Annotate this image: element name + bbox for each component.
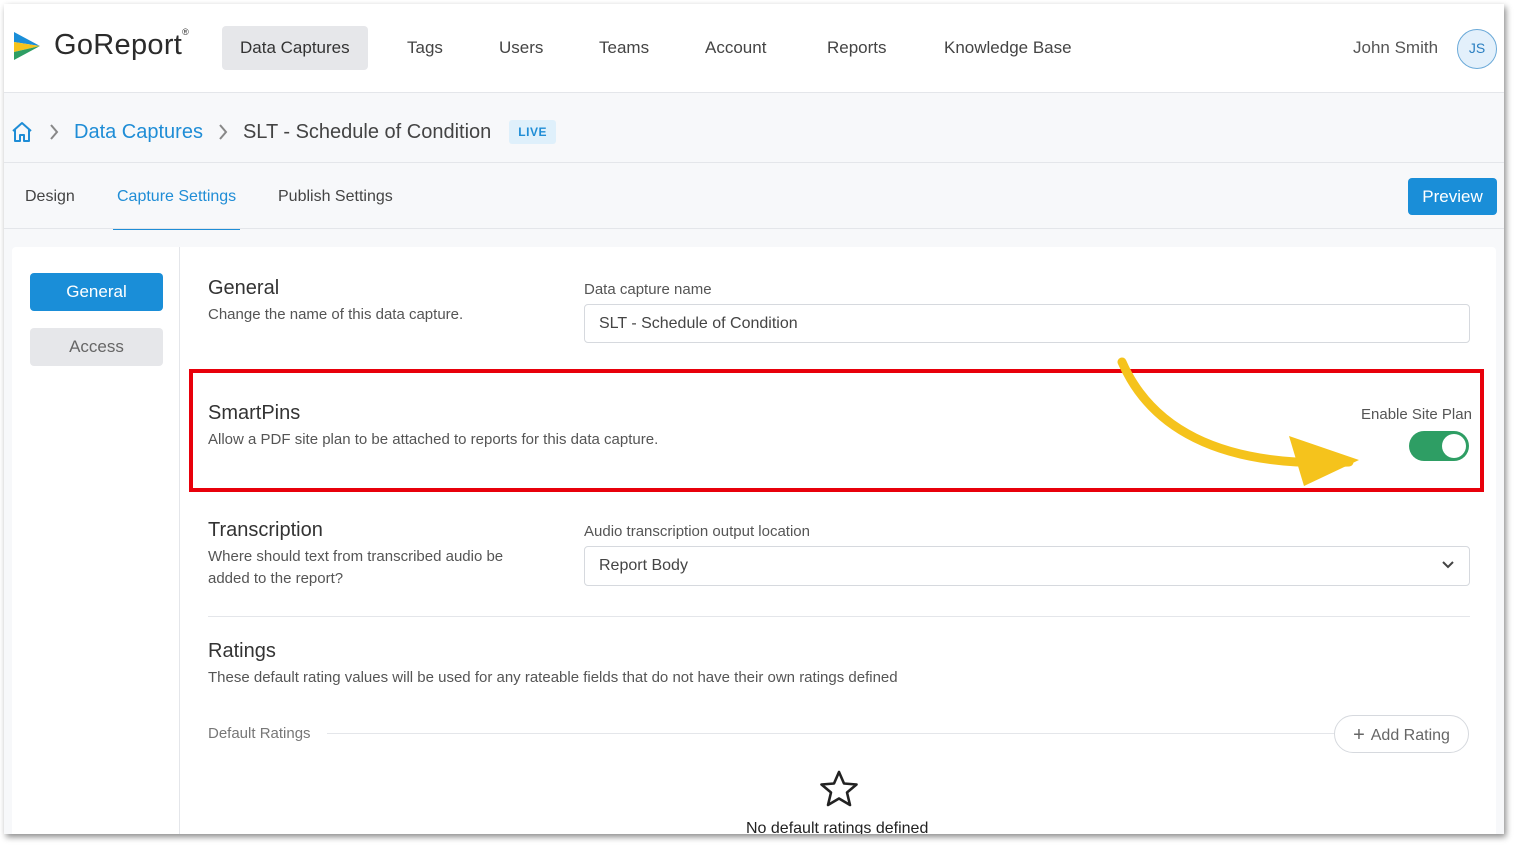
- general-title: General: [208, 277, 280, 299]
- avatar[interactable]: JS: [1457, 29, 1497, 69]
- preview-button[interactable]: Preview: [1408, 178, 1497, 215]
- tab-publish-settings[interactable]: Publish Settings: [274, 174, 397, 230]
- add-rating-button[interactable]: + Add Rating: [1334, 715, 1469, 753]
- default-ratings-label: Default Ratings: [208, 725, 311, 742]
- sidebar-item-access[interactable]: Access: [30, 328, 163, 366]
- registered-mark: ®: [182, 27, 190, 37]
- top-navbar: GoReport® Data Captures Tags Users Teams…: [4, 4, 1504, 93]
- divider: [4, 162, 1504, 163]
- add-rating-label: Add Rating: [1370, 727, 1450, 744]
- star-outline-icon: [820, 770, 858, 807]
- nav-data-captures[interactable]: Data Captures: [222, 26, 368, 70]
- divider: [327, 733, 1335, 734]
- divider: [208, 616, 1470, 617]
- app-window: GoReport® Data Captures Tags Users Teams…: [4, 4, 1504, 834]
- data-capture-name-label: Data capture name: [584, 281, 712, 298]
- breadcrumb: Data Captures SLT - Schedule of Conditio…: [10, 116, 556, 148]
- audio-transcription-selected: Report Body: [599, 557, 688, 574]
- brand-logo[interactable]: GoReport®: [14, 27, 190, 62]
- chevron-right-icon: [219, 124, 228, 140]
- general-description: Change the name of this data capture.: [208, 306, 464, 323]
- home-icon[interactable]: [10, 120, 34, 144]
- ratings-title: Ratings: [208, 640, 276, 662]
- nav-reports[interactable]: Reports: [809, 26, 905, 70]
- tab-capture-settings[interactable]: Capture Settings: [113, 174, 241, 230]
- transcription-description-line1: Where should text from transcribed audio…: [208, 548, 504, 565]
- audio-transcription-select[interactable]: Report Body: [584, 546, 1470, 586]
- tab-design[interactable]: Design: [21, 174, 79, 230]
- breadcrumb-data-captures-link[interactable]: Data Captures: [74, 121, 203, 144]
- nav-users[interactable]: Users: [481, 26, 561, 70]
- plus-icon: +: [1353, 724, 1365, 746]
- chevron-right-icon: [50, 124, 59, 140]
- status-badge: LIVE: [509, 120, 556, 144]
- transcription-title: Transcription: [208, 519, 323, 541]
- goreport-logo-icon: [14, 31, 40, 60]
- arrow-annotation-icon: [1117, 357, 1359, 486]
- breadcrumb-current: SLT - Schedule of Condition: [242, 120, 492, 143]
- divider: [4, 228, 1504, 229]
- transcription-description-line2: added to the report?: [208, 570, 344, 587]
- nav-teams[interactable]: Teams: [581, 26, 667, 70]
- user-name[interactable]: John Smith: [1353, 26, 1438, 70]
- settings-sidebar: General Access: [12, 247, 180, 834]
- ratings-description: These default rating values will be used…: [208, 669, 898, 686]
- nav-knowledge-base[interactable]: Knowledge Base: [926, 26, 1090, 70]
- audio-transcription-label: Audio transcription output location: [584, 523, 810, 540]
- nav-tags[interactable]: Tags: [389, 26, 461, 70]
- data-capture-name-input[interactable]: SLT - Schedule of Condition: [584, 304, 1470, 343]
- sidebar-item-general[interactable]: General: [30, 273, 163, 311]
- no-ratings-text: No default ratings defined: [746, 820, 929, 834]
- nav-account[interactable]: Account: [687, 26, 784, 70]
- chevron-down-icon: [1442, 561, 1454, 569]
- brand-name: GoReport: [54, 29, 183, 61]
